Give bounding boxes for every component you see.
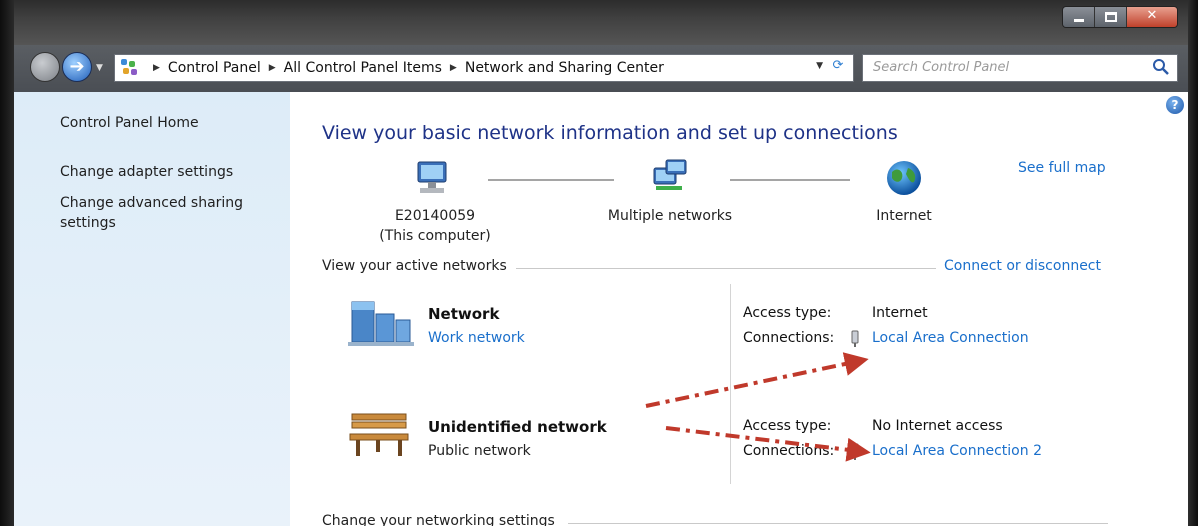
multiple-networks-icon: [653, 159, 687, 190]
network-type-link[interactable]: Work network: [428, 330, 525, 346]
network-type: Public network: [428, 443, 531, 459]
window-border-left: [0, 0, 14, 526]
globe-icon: [887, 161, 921, 195]
recent-pages-dropdown[interactable]: ▼: [96, 63, 103, 73]
window-border-right: [1188, 0, 1198, 526]
search-input[interactable]: Search Control Panel: [862, 54, 1178, 82]
minimize-button[interactable]: [1063, 7, 1095, 27]
breadcrumb-chevron-icon[interactable]: ▶: [450, 63, 457, 73]
back-button[interactable]: [30, 52, 60, 82]
internet-label: Internet: [876, 208, 932, 224]
close-icon: ✕: [1146, 8, 1158, 23]
control-panel-icon: [121, 59, 139, 77]
connections-label: Connections:: [743, 443, 835, 459]
window: ✕ ➔ ▼ ▶ Control Panel ▶ All Control Pane…: [0, 0, 1198, 526]
breadcrumb-item-all-items[interactable]: All Control Panel Items: [284, 60, 442, 76]
sidebar-item-control-panel-home[interactable]: Control Panel Home: [60, 113, 199, 133]
network-name: Unidentified network: [428, 418, 607, 436]
change-settings-heading: Change your networking settings: [322, 513, 555, 526]
computer-sub: (This computer): [379, 228, 491, 244]
task-pane: Control Panel Home Change adapter settin…: [14, 92, 290, 526]
sidebar-item-change-advanced-sharing[interactable]: Change advanced sharing settings: [60, 193, 260, 233]
multiple-networks-label: Multiple networks: [607, 208, 733, 224]
computer-name: E20140059: [394, 208, 476, 224]
title-bar[interactable]: ✕: [14, 0, 1188, 45]
network-column-divider: [730, 284, 731, 484]
breadcrumb-item-control-panel[interactable]: Control Panel: [168, 60, 261, 76]
section-divider: [516, 268, 936, 269]
sidebar-item-change-adapter-settings[interactable]: Change adapter settings: [60, 162, 233, 182]
close-button[interactable]: ✕: [1127, 7, 1177, 27]
map-connector: [730, 179, 850, 181]
breadcrumb-chevron-icon[interactable]: ▶: [269, 63, 276, 73]
work-network-icon[interactable]: [346, 296, 416, 348]
this-computer-label: E20140059 (This computer): [360, 206, 510, 246]
minimize-icon: [1074, 19, 1084, 22]
page-title: View your basic network information and …: [322, 122, 898, 144]
active-networks-heading: View your active networks: [322, 258, 507, 274]
local-area-connection-2-link[interactable]: Local Area Connection 2: [872, 443, 1042, 459]
access-type-value: Internet: [872, 305, 928, 321]
breadcrumb-chevron-icon: ▶: [153, 63, 160, 73]
computer-icon: [417, 161, 447, 193]
search-placeholder: Search Control Panel: [873, 60, 1010, 75]
address-dropdown-icon[interactable]: ▼: [816, 61, 823, 71]
search-icon[interactable]: [1151, 57, 1171, 77]
maximize-icon: [1105, 12, 1117, 22]
park-bench-icon[interactable]: [346, 410, 412, 462]
network-adapter-icon: [851, 443, 859, 460]
address-bar[interactable]: ▶ Control Panel ▶ All Control Panel Item…: [114, 54, 854, 82]
map-connector: [488, 179, 614, 181]
breadcrumb-item-network-sharing[interactable]: Network and Sharing Center: [465, 60, 664, 76]
network-adapter-icon: [851, 330, 859, 347]
help-icon[interactable]: ?: [1166, 96, 1184, 114]
window-controls: ✕: [1062, 6, 1178, 28]
connect-or-disconnect-link[interactable]: Connect or disconnect: [944, 258, 1101, 274]
access-type-label: Access type:: [743, 305, 832, 321]
local-area-connection-link[interactable]: Local Area Connection: [872, 330, 1029, 346]
connections-label: Connections:: [743, 330, 835, 346]
see-full-map-link[interactable]: See full map: [1018, 160, 1106, 176]
refresh-icon[interactable]: ⟳: [829, 58, 847, 76]
access-type-label: Access type:: [743, 418, 832, 434]
breadcrumb: ▶ Control Panel ▶ All Control Panel Item…: [145, 60, 664, 76]
forward-button[interactable]: ➔: [62, 52, 92, 82]
access-type-value: No Internet access: [872, 418, 1003, 434]
section-divider: [568, 523, 1108, 524]
maximize-button[interactable]: [1095, 7, 1127, 27]
navigation-bar: ➔ ▼ ▶ Control Panel ▶ All Control Panel …: [14, 45, 1188, 92]
main-content: ? View your basic network information an…: [290, 92, 1188, 526]
network-name: Network: [428, 305, 500, 323]
